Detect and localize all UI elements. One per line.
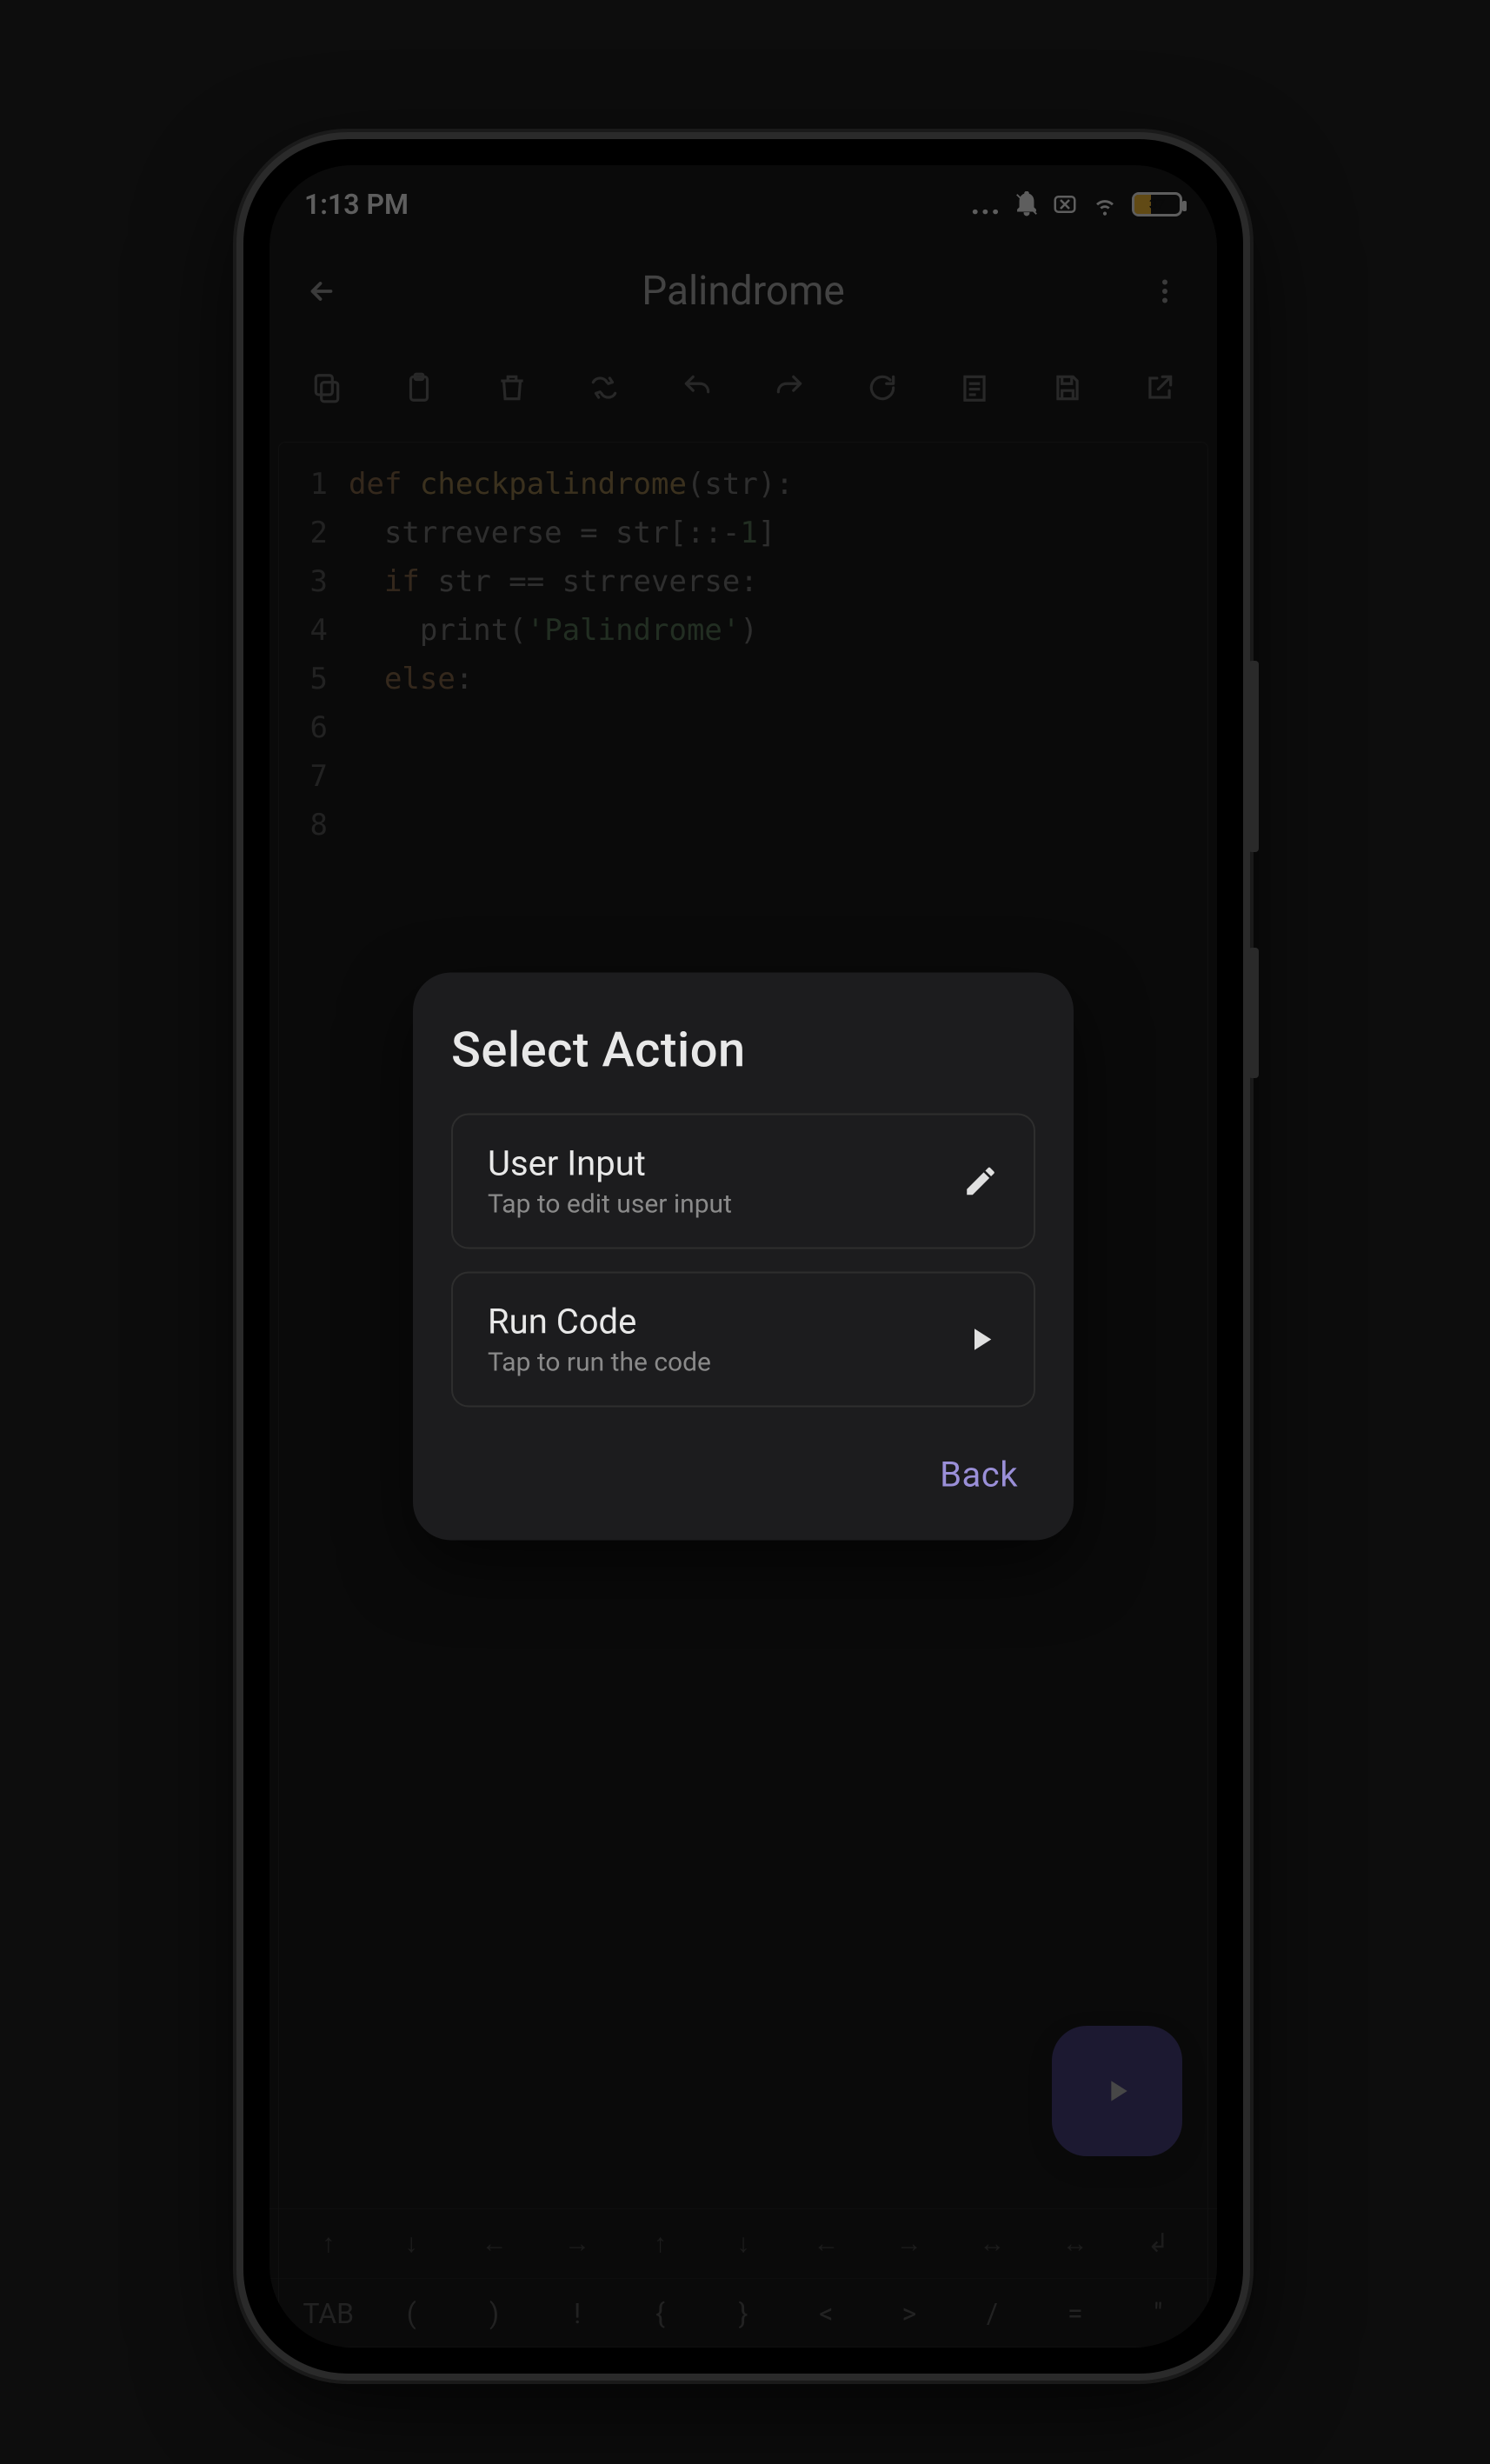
line-number: 8 xyxy=(279,801,349,849)
code-line: 2 strreverse = str[::-1] xyxy=(279,509,1207,557)
code-content: def checkpalindrome(str): xyxy=(349,460,794,509)
line-number: 1 xyxy=(279,460,349,509)
arrow-key[interactable]: ↔ xyxy=(1045,2228,1106,2259)
symbol-key[interactable]: / xyxy=(961,2297,1022,2330)
symbol-key[interactable]: ( xyxy=(381,2297,442,2330)
reload-button[interactable] xyxy=(858,363,907,412)
play-icon xyxy=(962,1322,999,1358)
option-subtitle: Tap to edit user input xyxy=(488,1189,732,1220)
arrow-key[interactable]: ↓ xyxy=(381,2228,442,2259)
delete-button[interactable] xyxy=(488,363,536,412)
find-replace-button[interactable] xyxy=(580,363,629,412)
symbol-key[interactable]: " xyxy=(1127,2297,1188,2330)
run-code-option[interactable]: Run Code Tap to run the code xyxy=(451,1272,1035,1408)
no-sim-icon xyxy=(1052,191,1078,217)
back-button[interactable] xyxy=(296,265,348,317)
keyboard-accessory: ↑ ↓ ← → ↑ ↓ ← → ↔ ↔ ↲ TAB ()! {} < > / = " xyxy=(269,2208,1217,2347)
option-title: Run Code xyxy=(488,1302,711,1342)
code-line: 5 else: xyxy=(279,655,1207,703)
code-content: if str == strreverse: xyxy=(349,557,758,606)
code-line: 4 print('Palindrome') xyxy=(279,606,1207,655)
symbol-key[interactable]: ) xyxy=(464,2297,525,2330)
line-number: 2 xyxy=(279,509,349,557)
pencil-icon xyxy=(962,1163,999,1200)
symbol-key-row: TAB ()! {} < > / = " xyxy=(269,2278,1217,2347)
arrow-key[interactable]: → xyxy=(547,2228,608,2259)
more-vertical-icon xyxy=(1149,276,1181,307)
status-bar: 1:13 PM ... 37 xyxy=(269,165,1217,243)
arrow-key[interactable]: ↓ xyxy=(713,2228,774,2259)
symbol-key[interactable]: < xyxy=(795,2297,856,2330)
option-title: User Input xyxy=(488,1143,732,1184)
line-number: 4 xyxy=(279,606,349,655)
code-line: 3 if str == strreverse: xyxy=(279,557,1207,606)
arrow-key[interactable]: ↔ xyxy=(961,2228,1022,2259)
battery-icon: 37 xyxy=(1132,192,1182,216)
dialog-title: Select Action xyxy=(451,1022,1035,1079)
editor-toolbar xyxy=(278,348,1208,428)
notes-icon xyxy=(958,371,991,404)
reload-icon xyxy=(866,371,899,404)
screen: 1:13 PM ... 37 xyxy=(269,165,1217,2347)
save-button[interactable] xyxy=(1043,363,1092,412)
arrow-key[interactable]: ← xyxy=(795,2228,856,2259)
code-line: 1def checkpalindrome(str): xyxy=(279,460,1207,509)
wrap-button[interactable] xyxy=(950,363,999,412)
redo-icon xyxy=(773,371,806,404)
page-title: Palindrome xyxy=(348,268,1139,315)
code-line: 8 xyxy=(279,801,1207,849)
symbol-key[interactable]: } xyxy=(713,2297,774,2330)
symbol-key[interactable]: > xyxy=(879,2297,940,2330)
line-number: 6 xyxy=(279,703,349,752)
arrow-key[interactable]: ← xyxy=(464,2228,525,2259)
symbol-key[interactable]: = xyxy=(1045,2297,1106,2330)
find-replace-icon xyxy=(588,371,621,404)
symbol-key[interactable]: { xyxy=(630,2297,691,2330)
play-icon xyxy=(1100,2074,1134,2108)
dialog-back-button[interactable]: Back xyxy=(451,1430,1035,1499)
paste-button[interactable] xyxy=(395,363,443,412)
code-line: 7 xyxy=(279,752,1207,801)
redo-button[interactable] xyxy=(765,363,814,412)
more-button[interactable] xyxy=(1139,265,1191,317)
line-number: 3 xyxy=(279,557,349,606)
clipboard-icon xyxy=(402,371,436,404)
copy-icon xyxy=(310,371,343,404)
code-line: 6 xyxy=(279,703,1207,752)
select-action-dialog: Select Action User Input Tap to edit use… xyxy=(413,973,1074,1541)
arrow-key[interactable]: ↑ xyxy=(298,2228,359,2259)
arrow-key[interactable]: → xyxy=(879,2228,940,2259)
user-input-option[interactable]: User Input Tap to edit user input xyxy=(451,1114,1035,1249)
notifications-off-icon xyxy=(1014,191,1040,217)
wifi-icon xyxy=(1090,190,1120,219)
app-bar: Palindrome xyxy=(269,243,1217,339)
open-external-icon xyxy=(1143,371,1176,404)
arrow-key[interactable]: ↑ xyxy=(630,2228,691,2259)
open-external-button[interactable] xyxy=(1135,363,1184,412)
run-fab[interactable] xyxy=(1052,2026,1182,2156)
code-content: strreverse = str[::-1] xyxy=(349,509,775,557)
status-time: 1:13 PM xyxy=(304,188,409,221)
arrow-left-icon xyxy=(306,276,337,307)
option-subtitle: Tap to run the code xyxy=(488,1348,711,1378)
symbol-key[interactable]: ! xyxy=(547,2297,608,2330)
arrow-key-row: ↑ ↓ ← → ↑ ↓ ← → ↔ ↔ ↲ xyxy=(269,2208,1217,2278)
undo-icon xyxy=(681,371,714,404)
status-more-icon: ... xyxy=(971,188,1001,221)
battery-percent: 37 xyxy=(1134,195,1180,214)
code-content: print('Palindrome') xyxy=(349,606,758,655)
arrow-key[interactable]: ↲ xyxy=(1127,2228,1188,2259)
trash-icon xyxy=(496,371,529,404)
save-icon xyxy=(1051,371,1084,404)
symbol-key[interactable]: TAB xyxy=(298,2297,359,2330)
copy-button[interactable] xyxy=(303,363,351,412)
phone-volume-button xyxy=(1248,661,1259,852)
undo-button[interactable] xyxy=(673,363,722,412)
line-number: 7 xyxy=(279,752,349,801)
phone-frame: 1:13 PM ... 37 xyxy=(243,139,1243,2374)
code-content: else: xyxy=(349,655,473,703)
phone-power-button xyxy=(1248,948,1259,1078)
line-number: 5 xyxy=(279,655,349,703)
